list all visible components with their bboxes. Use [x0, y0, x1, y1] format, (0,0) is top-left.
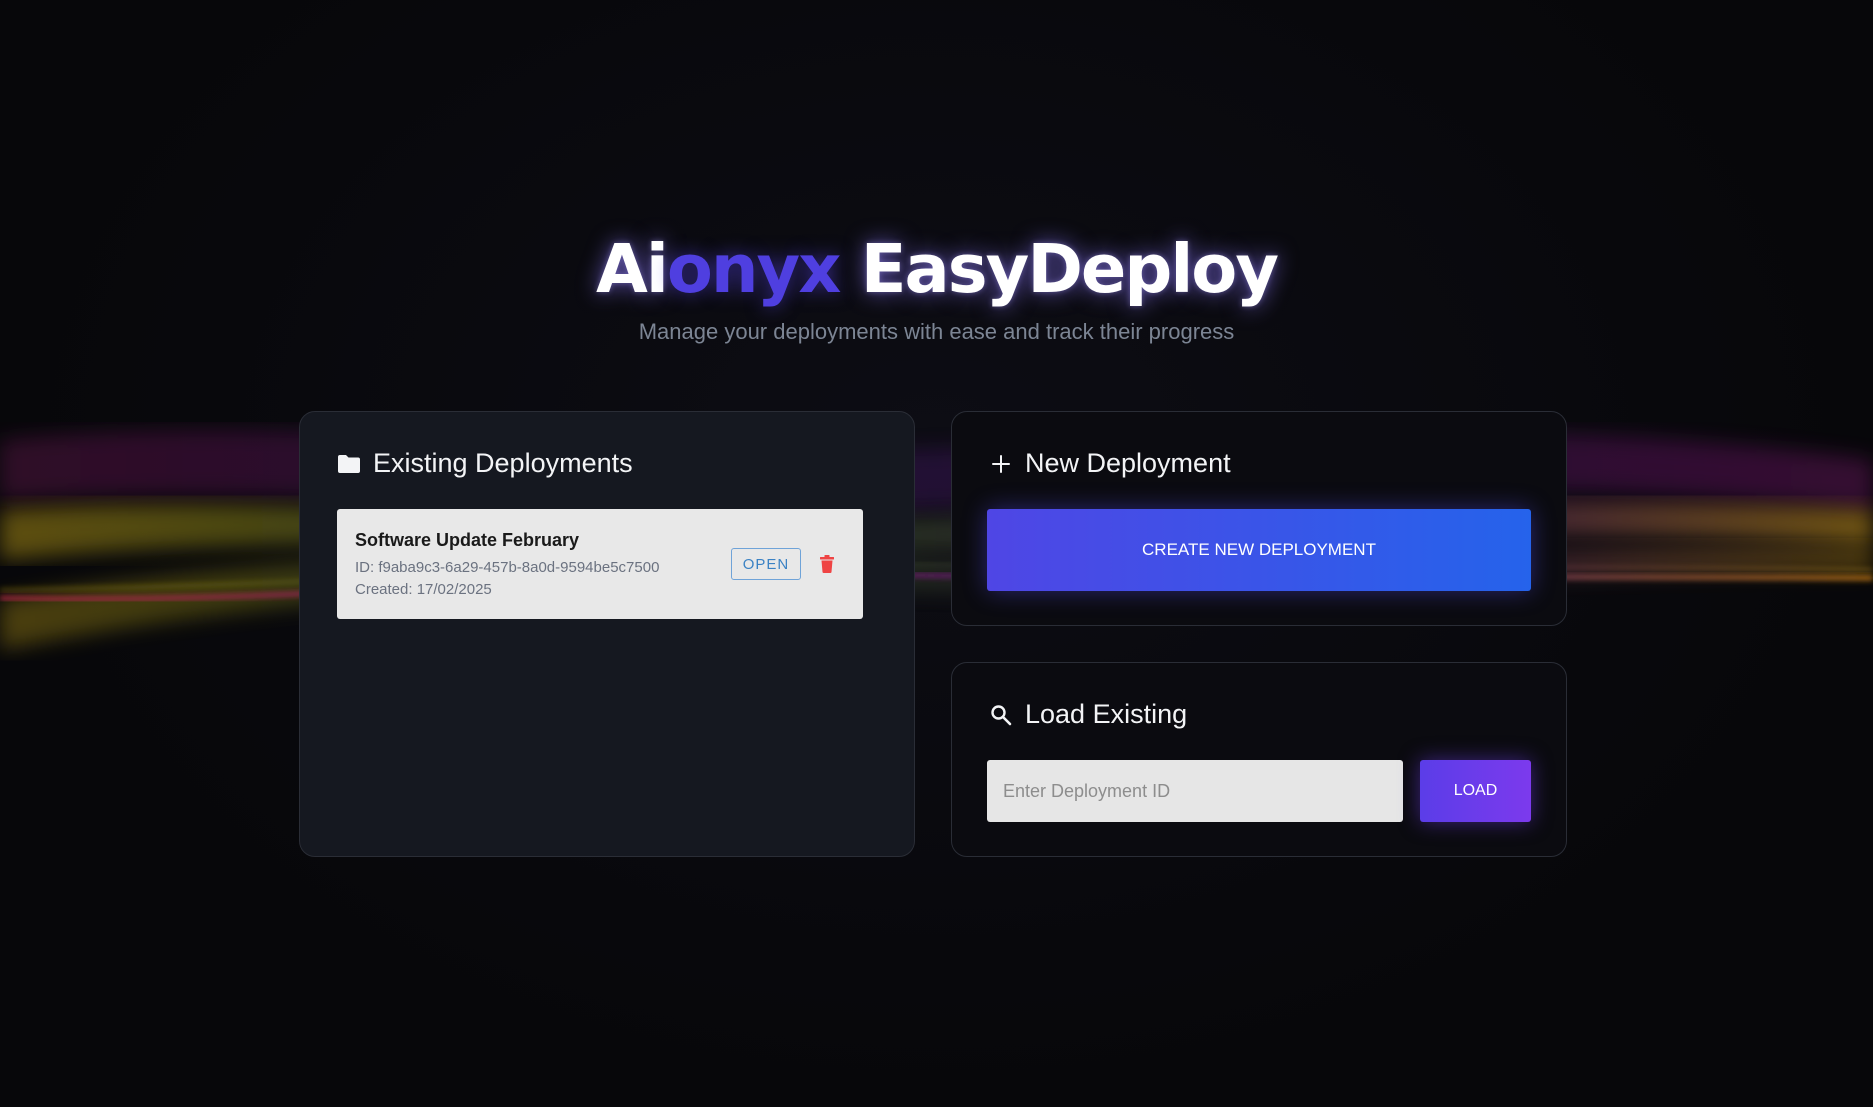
load-existing-title: Load Existing — [1025, 699, 1188, 729]
page-subtitle: Manage your deployments with ease and tr… — [638, 319, 1235, 344]
open-deployment-button[interactable]: OPEN — [731, 548, 801, 580]
load-button[interactable]: LOAD — [1420, 760, 1531, 822]
app-title-accent: onyx — [666, 230, 842, 308]
new-deployment-title: New Deployment — [1025, 448, 1231, 478]
app-root: Aionyx EasyDeploy Manage your deployment… — [0, 0, 1873, 1107]
existing-deployments-card: Existing Deployments Software Update Feb… — [299, 411, 915, 857]
folder-icon — [337, 452, 361, 476]
new-deployment-heading: New Deployment — [989, 448, 1231, 479]
deployment-id-input[interactable] — [987, 760, 1403, 822]
load-existing-heading: Load Existing — [989, 699, 1187, 730]
background-waves — [0, 430, 1873, 650]
create-new-deployment-button[interactable]: CREATE NEW DEPLOYMENT — [987, 509, 1531, 591]
existing-deployments-title: Existing Deployments — [373, 448, 633, 478]
app-title: Aionyx EasyDeploy — [0, 225, 1873, 313]
new-deployment-card: New Deployment CREATE NEW DEPLOYMENT — [951, 411, 1567, 626]
existing-deployments-heading: Existing Deployments — [337, 448, 633, 479]
plus-icon — [989, 452, 1013, 476]
app-title-part3: EasyDeploy — [839, 230, 1279, 308]
deployment-created-date: Created: 17/02/2025 — [355, 581, 492, 598]
page-header: Aionyx EasyDeploy Manage your deployment… — [0, 225, 1873, 345]
app-title-part1: Ai — [596, 230, 669, 308]
search-icon — [989, 703, 1013, 727]
deployment-list-item: Software Update February ID: f9aba9c3-6a… — [337, 509, 863, 619]
trash-icon — [820, 555, 834, 573]
load-existing-card: Load Existing LOAD — [951, 662, 1567, 857]
delete-deployment-button[interactable] — [816, 552, 838, 576]
